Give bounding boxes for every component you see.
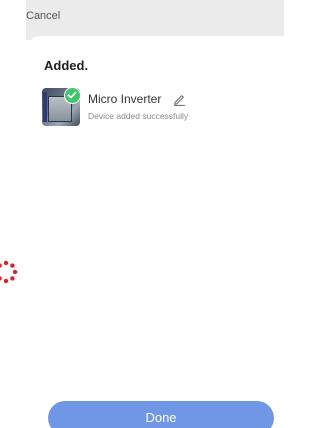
- result-sheet: Added. Micro Inverter Device added succe…: [28, 36, 284, 428]
- check-icon: [64, 87, 81, 104]
- device-name: Micro Inverter: [88, 92, 162, 106]
- loading-spinner-icon: [0, 260, 18, 284]
- edit-pencil-icon[interactable]: [172, 92, 186, 106]
- done-button[interactable]: Done: [48, 401, 274, 428]
- device-list-item: Micro Inverter Device added successfully: [42, 87, 272, 128]
- add-device-screen: Cancel Added. Micro Inverter Device adde…: [0, 0, 284, 428]
- cancel-button[interactable]: Cancel: [26, 10, 60, 22]
- backdrop: [26, 0, 284, 40]
- sheet-title: Added.: [44, 58, 89, 73]
- device-status-text: Device added successfully: [88, 111, 189, 121]
